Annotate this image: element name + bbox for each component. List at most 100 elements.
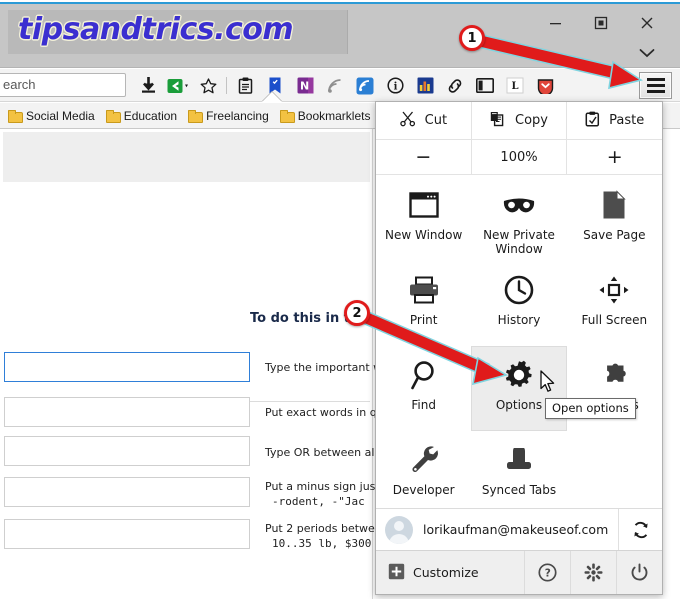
firefox-menu-panel: Cut Copy Paste − 100% + New Window New P… bbox=[375, 101, 663, 595]
folder-icon bbox=[105, 109, 121, 123]
sync-icon[interactable] bbox=[618, 509, 662, 550]
folder-icon bbox=[188, 109, 204, 123]
menu-item-developer[interactable]: Developer bbox=[376, 431, 471, 516]
bookmark-folder-education[interactable]: Education bbox=[102, 107, 184, 125]
cut-button[interactable]: Cut bbox=[376, 102, 471, 139]
titlebar: tipsandtrics.com bbox=[0, 4, 680, 68]
tooltip: Open options bbox=[545, 398, 636, 419]
clock-icon bbox=[504, 273, 534, 307]
menu-item-synced-tabs[interactable]: Synced Tabs bbox=[471, 431, 566, 516]
bookmark-label: Freelancing bbox=[206, 108, 269, 123]
minimize-button[interactable] bbox=[532, 8, 578, 38]
menu-item-label: Save Page bbox=[583, 228, 646, 242]
panel-footer: Customize ? bbox=[376, 550, 662, 594]
close-button[interactable] bbox=[624, 8, 670, 38]
minus-icon: − bbox=[415, 145, 432, 168]
hamburger-menu[interactable] bbox=[639, 72, 672, 99]
paste-label: Paste bbox=[609, 113, 645, 128]
account-email: lorikaufman@makeuseof.com bbox=[423, 522, 609, 537]
chart-icon[interactable] bbox=[410, 69, 440, 102]
edit-controls-row: Cut Copy Paste bbox=[376, 102, 662, 140]
zoom-in-button[interactable]: + bbox=[566, 140, 662, 174]
pocket-save-icon[interactable] bbox=[530, 69, 560, 102]
bookmark-folder-bookmarklets[interactable]: Bookmarklets bbox=[276, 107, 378, 125]
menu-item-empty bbox=[567, 431, 662, 516]
gear-icon bbox=[504, 358, 534, 392]
menu-item-label: Find bbox=[411, 398, 436, 412]
bookmark-folder-social-media[interactable]: Social Media bbox=[4, 107, 102, 125]
row-example: -rodent, -"Jac bbox=[272, 495, 365, 508]
power-icon[interactable] bbox=[616, 551, 662, 594]
search-field-row-2[interactable] bbox=[4, 397, 250, 427]
download-icon[interactable] bbox=[133, 69, 163, 102]
chevron-down-icon[interactable] bbox=[634, 42, 660, 64]
svg-text:?: ? bbox=[545, 568, 551, 580]
menu-item-new-private-window[interactable]: New Private Window bbox=[471, 176, 566, 261]
bookmark-label: Education bbox=[123, 108, 178, 123]
copy-icon bbox=[490, 111, 506, 131]
feedly-icon[interactable] bbox=[350, 69, 380, 102]
sidebar-icon[interactable] bbox=[470, 69, 500, 102]
hamburger-bar bbox=[646, 78, 665, 81]
row-description: Put 2 periods between bbox=[265, 522, 389, 535]
row-example: 10..35 lb, $300 bbox=[272, 537, 372, 550]
reader-icon[interactable] bbox=[230, 69, 260, 102]
menu-item-print[interactable]: Print bbox=[376, 261, 471, 346]
addons-gear-icon[interactable] bbox=[570, 551, 616, 594]
share-icon[interactable] bbox=[163, 69, 193, 102]
copy-label: Copy bbox=[515, 113, 548, 128]
bookmark-folder-freelancing[interactable]: Freelancing bbox=[184, 107, 276, 125]
printer-icon bbox=[408, 273, 440, 307]
cut-label: Cut bbox=[424, 113, 448, 128]
lastpass-icon[interactable]: L bbox=[500, 69, 530, 102]
menu-item-save-page[interactable]: Save Page bbox=[567, 176, 662, 261]
hamburger-bar bbox=[646, 84, 665, 87]
synced-tabs-icon bbox=[504, 443, 534, 477]
annotation-badge-2: 2 bbox=[344, 300, 370, 326]
paste-button[interactable]: Paste bbox=[566, 102, 662, 139]
search-field-row-1[interactable] bbox=[4, 352, 250, 382]
mouse-cursor bbox=[540, 370, 556, 398]
clipboard-icon bbox=[585, 111, 600, 131]
rss-icon[interactable] bbox=[320, 69, 350, 102]
wrench-icon bbox=[410, 443, 438, 477]
bookmark-star-icon[interactable] bbox=[193, 69, 223, 102]
zoom-level[interactable]: 100% bbox=[470, 140, 567, 174]
search-placeholder: earch bbox=[3, 77, 36, 92]
search-field-row-4[interactable] bbox=[4, 477, 250, 507]
navigation-toolbar: earch N i L bbox=[0, 69, 680, 102]
menu-item-label: New Window bbox=[385, 228, 463, 242]
folder-icon bbox=[279, 109, 295, 123]
customize-button[interactable]: Customize bbox=[376, 563, 524, 583]
puzzle-icon bbox=[599, 358, 629, 392]
avatar bbox=[385, 515, 413, 544]
help-icon[interactable]: ? bbox=[524, 551, 570, 594]
info-icon[interactable]: i bbox=[380, 69, 410, 102]
menu-item-full-screen[interactable]: Full Screen bbox=[567, 261, 662, 346]
search-field-row-3[interactable] bbox=[4, 436, 250, 466]
search-field-row-5[interactable] bbox=[4, 519, 250, 549]
menu-item-label: Synced Tabs bbox=[481, 483, 557, 497]
customize-icon bbox=[388, 563, 405, 583]
toolbar-icon-group: N i L bbox=[133, 69, 560, 102]
copy-button[interactable]: Copy bbox=[470, 102, 567, 139]
menu-item-history[interactable]: History bbox=[471, 261, 566, 346]
zoom-out-button[interactable]: − bbox=[376, 140, 471, 174]
search-input[interactable]: earch bbox=[0, 73, 126, 97]
site-title: tipsandtrics.com bbox=[18, 12, 294, 47]
new-window-icon bbox=[408, 188, 439, 222]
menu-item-label: Print bbox=[409, 313, 438, 327]
content-gray-band bbox=[3, 132, 370, 182]
menu-item-label: New Private Window bbox=[483, 228, 555, 256]
menu-item-label: Developer bbox=[392, 483, 455, 497]
menu-item-label: History bbox=[497, 313, 541, 327]
browser-window: tipsandtrics.com earch N i L Social Medi… bbox=[0, 0, 680, 599]
account-row[interactable]: lorikaufman@makeuseof.com bbox=[376, 508, 662, 550]
onenote-icon[interactable]: N bbox=[290, 69, 320, 102]
menu-item-new-window[interactable]: New Window bbox=[376, 176, 471, 261]
plus-icon: + bbox=[606, 145, 623, 168]
maximize-button[interactable] bbox=[578, 8, 624, 38]
panel-pointer bbox=[262, 92, 282, 102]
menu-item-find[interactable]: Find bbox=[376, 346, 471, 431]
link-icon[interactable] bbox=[440, 69, 470, 102]
